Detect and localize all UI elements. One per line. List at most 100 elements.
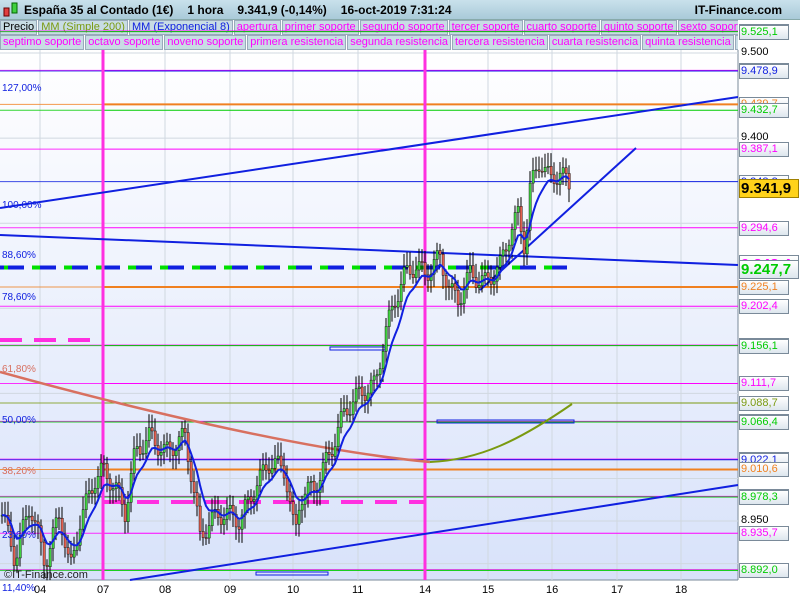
candle bbox=[516, 206, 520, 213]
candle bbox=[441, 254, 445, 276]
candle bbox=[390, 305, 394, 311]
candle bbox=[285, 477, 289, 493]
candle bbox=[378, 368, 382, 375]
candle bbox=[363, 395, 367, 401]
candle bbox=[327, 452, 331, 455]
price-level-label: 8.892,0 bbox=[739, 563, 789, 579]
candle bbox=[84, 493, 88, 510]
candle bbox=[294, 514, 298, 525]
candle bbox=[219, 517, 223, 525]
candle bbox=[477, 285, 481, 288]
candle bbox=[372, 375, 376, 381]
candle bbox=[300, 504, 304, 511]
candle bbox=[27, 515, 31, 518]
candle bbox=[339, 411, 343, 428]
candle bbox=[183, 428, 187, 433]
price-level-label: 9.066,4 bbox=[739, 414, 789, 430]
candle bbox=[414, 269, 418, 278]
candle bbox=[288, 491, 292, 502]
candle bbox=[87, 490, 91, 495]
candle bbox=[348, 414, 352, 416]
candle bbox=[291, 501, 295, 515]
candle bbox=[507, 244, 511, 252]
candle bbox=[270, 468, 274, 474]
candle bbox=[342, 408, 346, 412]
candle bbox=[279, 455, 283, 467]
candle bbox=[537, 169, 541, 172]
candle bbox=[96, 476, 100, 489]
candle bbox=[297, 509, 301, 525]
candle bbox=[354, 388, 358, 403]
candle bbox=[435, 250, 439, 260]
candle bbox=[48, 548, 52, 567]
candle bbox=[141, 453, 145, 455]
price-tick: 8.950 bbox=[741, 514, 769, 527]
candle bbox=[81, 509, 85, 530]
candle bbox=[393, 305, 397, 308]
fibonacci-label: 50,00% bbox=[2, 414, 36, 426]
candle bbox=[504, 249, 508, 252]
price-level-label: 9.478,9 bbox=[739, 63, 789, 79]
price-level-label: 9.111,7 bbox=[739, 376, 789, 392]
candle bbox=[468, 265, 472, 273]
candle bbox=[543, 167, 547, 172]
candle bbox=[138, 446, 142, 455]
time-label: 07 bbox=[97, 584, 110, 596]
candle bbox=[423, 262, 427, 276]
fibonacci-label: 88,60% bbox=[2, 249, 36, 261]
price-level-label: 9.088,7 bbox=[739, 396, 789, 412]
candle bbox=[444, 275, 448, 287]
candle bbox=[531, 170, 535, 184]
candle bbox=[411, 274, 415, 278]
candle bbox=[360, 386, 364, 396]
candle bbox=[471, 265, 475, 278]
candle bbox=[180, 428, 184, 437]
candle bbox=[207, 525, 211, 539]
fibonacci-label: 38,20% bbox=[2, 465, 36, 477]
price-level-label: 9.387,1 bbox=[739, 142, 789, 158]
candle bbox=[54, 517, 58, 528]
candle bbox=[30, 515, 34, 521]
candle bbox=[237, 526, 241, 530]
candle bbox=[90, 490, 94, 494]
candle bbox=[42, 541, 46, 566]
candle bbox=[228, 505, 232, 509]
candle bbox=[369, 379, 373, 394]
candle bbox=[567, 173, 571, 190]
candle bbox=[552, 174, 556, 184]
price-chart[interactable] bbox=[0, 0, 800, 600]
candle bbox=[132, 448, 136, 474]
candle bbox=[510, 229, 514, 246]
candle bbox=[513, 212, 517, 230]
fibonacci-label: 23,60% bbox=[2, 529, 36, 541]
fibonacci-label: 127,00% bbox=[2, 82, 42, 94]
candle bbox=[150, 427, 154, 432]
candle bbox=[420, 261, 424, 263]
fibonacci-label: 100,00% bbox=[2, 200, 42, 212]
price-level-label: 9.294,6 bbox=[739, 220, 789, 236]
fibonacci-label: 61,80% bbox=[2, 364, 36, 376]
price-level-label: 9.525,1 bbox=[739, 24, 789, 40]
candle bbox=[45, 565, 49, 567]
candle bbox=[447, 286, 451, 288]
candle bbox=[126, 502, 130, 522]
time-label: 17 bbox=[611, 584, 624, 596]
candle bbox=[450, 283, 454, 287]
candle bbox=[336, 426, 340, 447]
candle bbox=[357, 386, 361, 389]
candle bbox=[252, 499, 256, 502]
candle bbox=[522, 231, 526, 255]
candle bbox=[258, 469, 262, 487]
price-level-label: 8.935,7 bbox=[739, 526, 789, 542]
candle bbox=[204, 537, 208, 539]
candle bbox=[33, 520, 37, 523]
candle bbox=[312, 481, 316, 491]
candle bbox=[438, 250, 442, 255]
candle bbox=[267, 470, 271, 474]
candle bbox=[249, 496, 253, 502]
candle bbox=[546, 166, 550, 168]
time-label: 10 bbox=[287, 584, 300, 596]
candle bbox=[498, 255, 502, 268]
candle bbox=[159, 452, 163, 456]
candle bbox=[330, 454, 334, 457]
